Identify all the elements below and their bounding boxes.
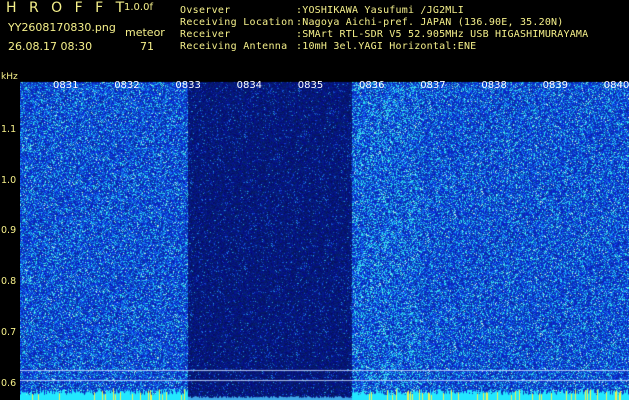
timestamp: 26.08.17 08:30	[8, 40, 93, 53]
event-type: meteor	[125, 26, 165, 39]
app-version: 1.0.0f	[124, 2, 153, 13]
info-value-receiver: :SMArt RTL-SDR V5 52.905MHz USB HIGASHIM…	[296, 29, 589, 40]
event-count: 71	[140, 40, 154, 53]
x-tick-label: 0837	[420, 80, 446, 91]
info-label-observer: Ovserver	[180, 5, 231, 16]
info-label-location: Receiving Location	[180, 17, 294, 28]
info-label-receiver: Receiver	[180, 29, 231, 40]
y-tick-label: 1.1	[1, 123, 17, 135]
info-value-observer: :YOSHIKAWA Yasufumi /JG2MLI	[296, 5, 464, 16]
x-tick-label: 0831	[53, 80, 79, 91]
x-tick-label: 0838	[481, 80, 507, 91]
spectrogram	[20, 80, 629, 400]
file-name: YY2608170830.png	[8, 21, 116, 34]
info-label-antenna: Receiving Antenna	[180, 41, 288, 52]
x-tick-label: 0832	[114, 80, 140, 91]
info-value-antenna: :10mH 3el.YAGI Horizontal:ENE	[296, 41, 477, 52]
app-brand: H R O F F T	[6, 0, 129, 16]
x-tick-label: 0833	[175, 80, 201, 91]
x-tick-label: 0840	[603, 80, 629, 91]
header-panel: H R O F F T 1.0.0f YY2608170830.png 26.0…	[0, 0, 629, 78]
y-axis-unit: kHz	[1, 72, 18, 82]
spectrogram-canvas	[20, 80, 629, 400]
x-tick-label: 0839	[542, 80, 569, 91]
y-tick-label: 0.9	[1, 225, 17, 237]
y-tick-label: 0.7	[1, 326, 17, 338]
y-tick-label: 0.6	[1, 377, 17, 389]
x-tick-label: 0836	[359, 80, 385, 91]
x-tick-label: 0835	[297, 80, 324, 91]
info-value-location: :Nagoya Aichi-pref. JAPAN (136.90E, 35.2…	[296, 17, 564, 28]
y-tick-label: 1.0	[1, 174, 17, 186]
y-tick-label: 0.8	[1, 276, 17, 288]
x-tick-label: 0834	[236, 80, 263, 91]
